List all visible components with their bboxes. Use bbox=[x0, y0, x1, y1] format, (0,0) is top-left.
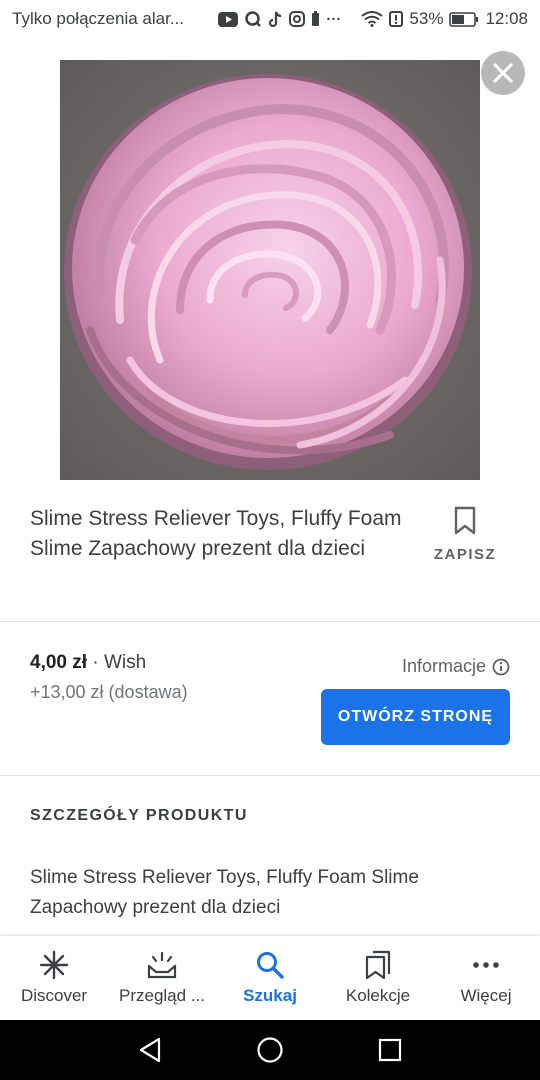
nav-updates[interactable]: Przegląd ... bbox=[108, 936, 216, 1020]
status-notification-icons: ··· bbox=[218, 10, 341, 28]
product-image[interactable] bbox=[60, 60, 480, 480]
nav-label: Przegląd ... bbox=[119, 986, 205, 1005]
info-link[interactable]: Informacje bbox=[402, 656, 510, 677]
nav-discover[interactable]: Discover bbox=[0, 936, 108, 1020]
collections-icon bbox=[365, 950, 391, 980]
product-header: Slime Stress Reliever Toys, Fluffy Foam … bbox=[30, 504, 510, 564]
status-bar: Tylko połączenia alar... ··· 53% 12:08 bbox=[0, 0, 540, 38]
battery-icon bbox=[449, 11, 479, 27]
shipping-cost: +13,00 zł (dostawa) bbox=[30, 682, 188, 702]
info-label: Informacje bbox=[401, 656, 486, 676]
recents-button[interactable] bbox=[370, 1030, 410, 1070]
price-row: 4,00 zł · Wish bbox=[30, 652, 146, 674]
back-icon bbox=[139, 1037, 161, 1063]
seller-name: Wish bbox=[103, 652, 147, 673]
divider bbox=[0, 775, 540, 776]
updates-icon bbox=[147, 951, 177, 979]
price: 4,00 zł bbox=[30, 652, 88, 673]
nav-more[interactable]: Więcej bbox=[432, 936, 540, 1020]
battery-alert-icon bbox=[312, 11, 320, 26]
nav-label: Discover bbox=[20, 986, 88, 1005]
nav-label: Szukaj bbox=[243, 986, 297, 1005]
status-text: Tylko połączenia alar... bbox=[12, 9, 184, 28]
divider bbox=[0, 621, 540, 622]
product-description: Slime Stress Reliever Toys, Fluffy Foam … bbox=[30, 867, 419, 918]
nav-label: Więcej bbox=[460, 986, 512, 1005]
home-button[interactable] bbox=[250, 1030, 290, 1070]
nav-collections[interactable]: Kolekcje bbox=[324, 936, 432, 1020]
open-page-button[interactable]: OTWÓRZ STRONĘ bbox=[321, 689, 510, 745]
status-right: 53% 12:08 bbox=[361, 9, 528, 29]
info-icon bbox=[492, 658, 510, 675]
price-separator: · bbox=[87, 652, 104, 673]
tiktok-icon bbox=[269, 11, 282, 27]
save-label: ZAPISZ bbox=[433, 546, 497, 563]
recents-icon bbox=[378, 1038, 402, 1062]
youtube-icon bbox=[218, 11, 239, 27]
product-title: Slime Stress Reliever Toys, Fluffy Foam … bbox=[30, 507, 402, 560]
close-button[interactable] bbox=[481, 51, 525, 95]
alert-icon bbox=[389, 11, 404, 27]
more-horizontal-icon bbox=[473, 962, 499, 968]
bookmark-icon bbox=[454, 506, 476, 535]
home-icon bbox=[257, 1037, 283, 1063]
search-icon bbox=[257, 952, 284, 979]
more-icon: ··· bbox=[326, 10, 342, 28]
instagram-icon bbox=[289, 11, 306, 27]
save-button[interactable]: ZAPISZ bbox=[430, 506, 500, 563]
asterisk-icon bbox=[39, 950, 69, 980]
back-button[interactable] bbox=[130, 1030, 170, 1070]
details-heading: SZCZEGÓŁY PRODUKTU bbox=[30, 807, 248, 824]
battery-percent: 53% bbox=[409, 9, 444, 28]
clock: 12:08 bbox=[485, 9, 528, 28]
bottom-navigation: Discover Przegląd ... Szukaj Kolekcje Wi… bbox=[0, 936, 540, 1020]
wifi-icon bbox=[361, 11, 384, 27]
close-icon bbox=[492, 62, 514, 84]
system-navigation-bar bbox=[0, 1020, 540, 1080]
nav-label: Kolekcje bbox=[345, 986, 411, 1005]
slime-illustration bbox=[60, 60, 480, 480]
nav-search[interactable]: Szukaj bbox=[216, 936, 324, 1020]
q-icon bbox=[245, 11, 262, 27]
